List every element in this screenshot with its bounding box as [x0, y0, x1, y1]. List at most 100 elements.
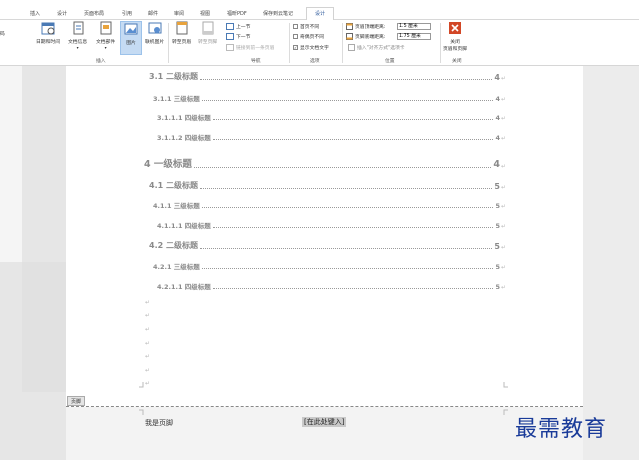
footer-bottom-value: 1.75 厘米	[399, 34, 421, 39]
goto-header-button[interactable]: 转至页眉	[172, 21, 191, 55]
online-picture-button[interactable]: 联机图片	[145, 21, 164, 55]
calendar-icon	[41, 22, 55, 35]
footer-bottom-label: 页脚底端距离:	[355, 35, 386, 40]
check-icon: ✓	[293, 45, 298, 50]
goto-footer-label: 转至页脚	[198, 40, 218, 45]
paragraph-mark: ↵	[500, 184, 506, 191]
tab-foxit-pdf[interactable]: 福昕PDF	[227, 8, 247, 20]
next-label: 下一节	[236, 35, 251, 40]
left-margin-pane	[0, 66, 22, 262]
paragraph-mark: ↵	[145, 299, 151, 306]
docparts-label: 文档部件	[96, 40, 116, 45]
group-label-options: 选项	[310, 59, 320, 64]
paragraph-mark: ↵	[145, 340, 151, 347]
toc-entry[interactable]: 4.2.1 三级标题 5 ↵	[153, 261, 506, 271]
tab-page-layout[interactable]: 页面布局	[84, 8, 104, 20]
group-divider	[440, 23, 441, 63]
toc-leader-dots	[201, 100, 494, 101]
odd-even-different-checkbox[interactable]: 奇偶页不同	[293, 33, 324, 40]
toc-entry-page: 5	[495, 283, 500, 291]
tab-view[interactable]: 视图	[200, 8, 210, 20]
toc-entry[interactable]: 4 一级标题 4 ↵	[144, 156, 506, 170]
toc-entry-title: 4 一级标题	[144, 159, 192, 170]
toc-entry-page: 4	[493, 159, 500, 170]
paragraph-mark: ↵	[500, 96, 506, 103]
toc-leader-dots	[212, 227, 494, 228]
toc-entry-page: 4	[495, 95, 500, 103]
toc-entry[interactable]: 4.1.1.1 四级标题 5 ↵	[157, 220, 506, 230]
checkbox-box	[293, 34, 298, 39]
tab-insert[interactable]: 插入	[30, 8, 40, 20]
docinfo-button[interactable]: 文档信息 ▾	[68, 21, 87, 55]
datetime-button[interactable]: 日期和时间	[36, 21, 60, 55]
toc-entry[interactable]: 4.1.1 三级标题 5 ↵	[153, 200, 506, 210]
toc-entry-page: 5	[494, 182, 500, 191]
toc-entry[interactable]: 3.1.1.2 四级标题 4 ↵	[157, 132, 506, 142]
odd-even-label: 奇偶页不同	[300, 35, 324, 40]
first-page-different-checkbox[interactable]: 首页不同	[293, 23, 319, 30]
paragraph-mark: ↵	[145, 380, 151, 387]
ribbon-left-edge-label: 码	[0, 32, 5, 37]
ribbon: 码 日期和时间 文档信息 ▾ 文档部件 ▾ 图片 联机图片 插入 转至页眉 转至…	[0, 20, 639, 66]
toc-leader-dots	[193, 167, 492, 168]
toc-entry[interactable]: 3.1.1 三级标题 4 ↵	[153, 93, 506, 103]
footer-boundary-line	[66, 406, 583, 407]
picture-icon	[124, 23, 138, 35]
tab-save-to-cloud-notes[interactable]: 保存到云笔记	[263, 8, 293, 20]
footer-distance-icon	[346, 33, 353, 40]
online-picture-label: 联机图片	[145, 40, 165, 45]
link-previous-label: 链接到前一条页眉	[236, 46, 275, 51]
header-top-value: 1.5 厘米	[399, 24, 418, 29]
tab-mailings[interactable]: 邮件	[148, 8, 158, 20]
document-parts-icon	[100, 21, 112, 35]
toc-entry-page: 4	[495, 134, 500, 142]
document-info-icon	[73, 21, 84, 35]
toc-entry[interactable]: 4.2 二级标题 5 ↵	[149, 240, 506, 251]
footer-bottom-spinner[interactable]: 1.75 厘米	[397, 33, 431, 40]
tab-references[interactable]: 引用	[122, 8, 132, 20]
text-boundary-corner	[503, 409, 508, 415]
toc-entry[interactable]: 4.1 二级标题 5 ↵	[149, 180, 506, 191]
toc-entry-page: 5	[495, 202, 500, 210]
close-icon	[449, 22, 461, 34]
close-header-footer-button[interactable]: 关闭 页眉和页脚	[443, 21, 467, 55]
footer-text[interactable]: 我是页脚	[145, 418, 173, 428]
footer-placeholder-field[interactable]: [在此处键入]	[302, 417, 347, 427]
first-page-label: 首页不同	[300, 25, 320, 30]
watermark-logo: 最需教育	[515, 417, 608, 442]
toc-entry-title: 4.2.1.1 四级标题	[157, 283, 211, 291]
tab-header-footer-design[interactable]: 设计	[306, 7, 335, 20]
toc-leader-dots	[199, 79, 493, 80]
show-document-text-checkbox[interactable]: ✓ 显示文档文字	[293, 44, 329, 51]
paragraph-mark: ↵	[500, 264, 506, 271]
toc-entry[interactable]: 3.1.1.1 四级标题 4 ↵	[157, 112, 506, 122]
insert-alignment-tab-button[interactable]: 插入"对齐方式"选项卡	[348, 44, 405, 51]
paragraph-mark: ↵	[500, 223, 506, 230]
checkbox-box	[293, 24, 298, 29]
picture-button[interactable]: 图片	[120, 21, 142, 55]
previous-section-button[interactable]: 上一节	[226, 23, 250, 30]
paragraph-mark: ↵	[500, 244, 506, 251]
goto-footer-button[interactable]: 转至页脚	[198, 21, 217, 55]
header-top-spinner[interactable]: 1.5 厘米	[397, 23, 431, 30]
toc-entry-title: 3.1 二级标题	[149, 72, 198, 81]
paragraph-mark: ↵	[500, 163, 506, 170]
paragraph-mark: ↵	[145, 326, 151, 333]
left-margin-pane-lower	[22, 262, 66, 392]
next-section-button[interactable]: 下一节	[226, 33, 250, 40]
toc-entry-title: 3.1.1 三级标题	[153, 95, 200, 103]
insert-tab-label: 插入"对齐方式"选项卡	[357, 46, 405, 51]
docparts-button[interactable]: 文档部件 ▾	[96, 21, 115, 55]
toc-leader-dots	[201, 268, 494, 269]
close-label-2: 页眉和页脚	[443, 47, 467, 52]
link-previous-button[interactable]: 链接到前一条页眉	[226, 44, 274, 51]
group-label-close: 关闭	[452, 59, 462, 64]
toc-entry-title: 4.2.1 三级标题	[153, 263, 200, 271]
toc-entry[interactable]: 3.1 二级标题 4 ↵	[149, 71, 506, 82]
toc-leader-dots	[199, 248, 493, 249]
toc-entry[interactable]: 4.2.1.1 四级标题 5 ↵	[157, 281, 506, 291]
tab-design[interactable]: 设计	[57, 8, 67, 20]
tab-review[interactable]: 审阅	[174, 8, 184, 20]
toc-entry-title: 4.1 二级标题	[149, 181, 198, 190]
chevron-down-icon: ▾	[76, 45, 79, 50]
